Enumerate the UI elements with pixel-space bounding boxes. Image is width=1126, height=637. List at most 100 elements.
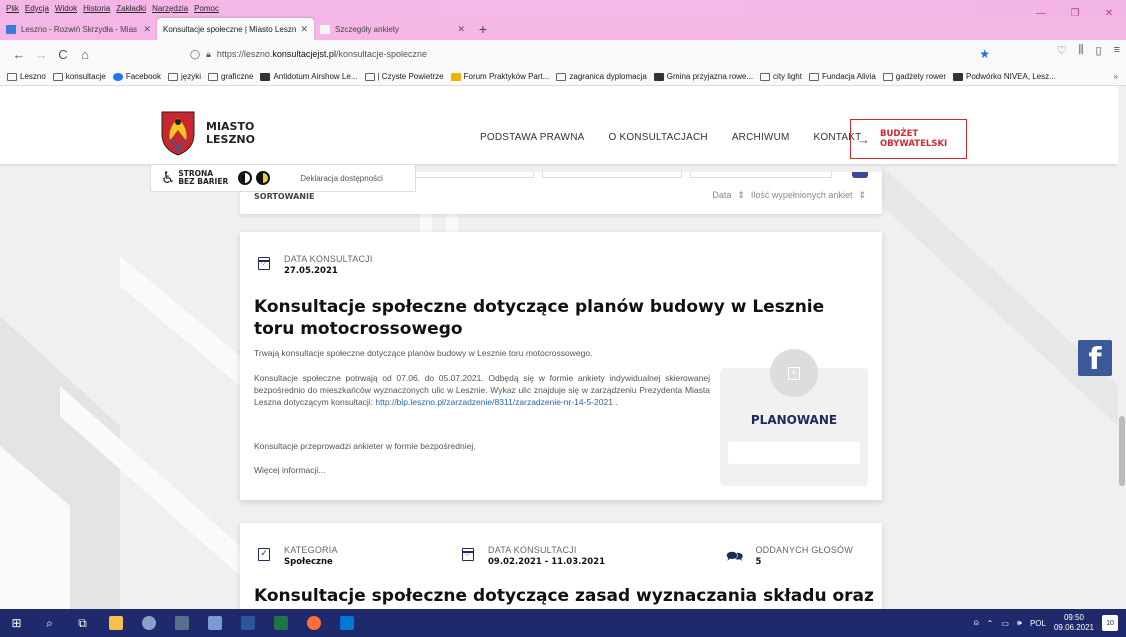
menu-plik[interactable]: Plik bbox=[6, 4, 19, 13]
bookmark-item[interactable]: graficzne bbox=[207, 72, 253, 81]
nav-podstawa-prawna[interactable]: PODSTAWA PRAWNA bbox=[480, 132, 585, 143]
scrollbar-thumb[interactable] bbox=[1119, 416, 1125, 486]
strona-bez-barier-link[interactable]: STRONA BEZ BARIER bbox=[178, 170, 228, 186]
windows-start-icon[interactable]: ⊞ bbox=[0, 609, 33, 637]
notifications-icon[interactable]: 10 bbox=[1102, 615, 1118, 631]
search-icon[interactable]: ⌕ bbox=[33, 609, 66, 637]
filter-search-button[interactable] bbox=[852, 172, 868, 178]
bookmark-item[interactable]: Antidotum Airshow Le... bbox=[260, 72, 358, 81]
calculator-icon[interactable] bbox=[165, 609, 198, 637]
close-tab-icon[interactable]: ✕ bbox=[300, 24, 308, 35]
sidebar-icon[interactable]: ▯ bbox=[1096, 44, 1102, 57]
new-tab-icon[interactable]: + bbox=[471, 18, 495, 40]
card-title[interactable]: Konsultacje społeczne dotyczące zasad wy… bbox=[254, 585, 874, 607]
firefox-icon[interactable] bbox=[297, 609, 330, 637]
menu-pomoc[interactable]: Pomoc bbox=[194, 4, 219, 13]
close-tab-icon[interactable]: ✕ bbox=[143, 24, 151, 35]
navigation-toolbar: ← → C ⌂ ◯ 🔒︎ https://leszno. konsultacjej… bbox=[0, 40, 1126, 86]
more-info-link[interactable]: Więcej informacji... bbox=[254, 465, 325, 475]
date-label: DATA KONSULTACJI bbox=[488, 545, 577, 555]
tab-leszno[interactable]: Leszno - Rozwiń Skrzydła - Mias ✕ bbox=[0, 18, 157, 40]
bookmark-item[interactable]: zagranica dyplomacja bbox=[556, 72, 647, 81]
high-contrast-icon[interactable] bbox=[256, 171, 271, 185]
bookmark-item[interactable]: city light bbox=[760, 72, 802, 81]
word-icon[interactable] bbox=[231, 609, 264, 637]
nav-o-konsultacjach[interactable]: O KONSULTACJACH bbox=[609, 132, 708, 143]
filter-field[interactable] bbox=[542, 172, 682, 178]
main-nav: PODSTAWA PRAWNA O KONSULTACJACH ARCHIWUM… bbox=[480, 132, 861, 143]
home-icon[interactable]: ⌂ bbox=[74, 47, 96, 62]
calendar-icon bbox=[462, 548, 474, 561]
back-icon[interactable]: ← bbox=[8, 47, 30, 62]
bookmark-star-icon[interactable]: ★ bbox=[979, 47, 990, 61]
more-bookmarks-icon[interactable]: » bbox=[1114, 72, 1118, 81]
filter-field[interactable] bbox=[690, 172, 832, 178]
forward-icon[interactable]: → bbox=[30, 47, 52, 62]
library-icon[interactable]: ⫼ bbox=[1078, 44, 1083, 57]
date-value: 09.02.2021 - 11.03.2021 bbox=[488, 557, 605, 567]
accessibility-declaration-link[interactable]: Deklaracja dostępności bbox=[300, 174, 383, 183]
bookmark-item[interactable]: Forum Praktyków Part... bbox=[450, 72, 550, 81]
shield-icon[interactable]: ◯ bbox=[190, 49, 200, 60]
tab-konsultacje[interactable]: Konsultacje społeczne | Miasto Leszn ✕ bbox=[157, 18, 314, 40]
arrow-right-icon: → bbox=[857, 131, 870, 147]
outlook-icon[interactable] bbox=[330, 609, 363, 637]
bookmark-label: konsultacje bbox=[65, 72, 106, 81]
sort-arrows-icon[interactable]: ⇕ bbox=[737, 190, 745, 201]
clock[interactable]: 09:50 09.06.2021 bbox=[1054, 613, 1094, 633]
bookmark-item[interactable]: Gmina przyjazna rowe... bbox=[653, 72, 753, 81]
volume-icon[interactable]: 🕪︎ bbox=[1017, 618, 1022, 628]
site-logo[interactable]: MIASTO LESZNO bbox=[158, 110, 255, 156]
sort-by-date[interactable]: Data bbox=[712, 190, 731, 201]
menu-zakladki[interactable]: Zakładki bbox=[116, 4, 146, 13]
budzet-line-1: BUDŻET bbox=[880, 129, 919, 139]
file-explorer-icon[interactable] bbox=[99, 609, 132, 637]
folder-icon bbox=[808, 72, 819, 81]
scrollbar[interactable] bbox=[1118, 86, 1126, 609]
budzet-obywatelski-button[interactable]: → BUDŻET OBYWATELSKI bbox=[850, 119, 967, 159]
access-line-2: BEZ BARIER bbox=[178, 177, 229, 186]
sort-by-surveys[interactable]: Ilość wypełnionych ankiet bbox=[751, 190, 853, 201]
menu-narzedzia[interactable]: Narzędzia bbox=[152, 4, 188, 13]
bookmark-item[interactable]: gadżety rower bbox=[882, 72, 946, 81]
bookmark-item[interactable]: konsultacje bbox=[52, 72, 106, 81]
bip-link[interactable]: http://bip.leszno.pl/zarzadzenie/8311/za… bbox=[375, 397, 613, 407]
menu-widok[interactable]: Widok bbox=[55, 4, 77, 13]
card-title[interactable]: Konsultacje społeczne dotyczące planów b… bbox=[254, 296, 864, 340]
paint-icon[interactable] bbox=[198, 609, 231, 637]
network-icon[interactable]: ▭ bbox=[1001, 619, 1009, 628]
folder-icon bbox=[167, 72, 178, 81]
sort-arrows-icon[interactable]: ⇕ bbox=[858, 190, 866, 201]
bookmark-item[interactable]: | Czyste Powietrze bbox=[364, 72, 444, 81]
tab-ankiety[interactable]: Szczegóły ankiety ✕ bbox=[314, 18, 471, 40]
bookmark-item[interactable]: języki bbox=[167, 72, 201, 81]
leszno-crest-icon bbox=[161, 111, 195, 156]
url-bar[interactable]: ◯ 🔒︎ https://leszno. konsultacjejst.pl/ko… bbox=[190, 43, 994, 65]
people-icon[interactable]: ⍝ bbox=[974, 618, 979, 628]
bookmark-item[interactable]: Fundacja Alivia bbox=[808, 72, 876, 81]
bookmark-label: Forum Praktyków Part... bbox=[463, 72, 550, 81]
close-tab-icon[interactable]: ✕ bbox=[457, 24, 465, 35]
menu-historia[interactable]: Historia bbox=[83, 4, 110, 13]
facebook-icon[interactable]: f bbox=[1078, 340, 1112, 376]
tray-chevron-icon[interactable]: ⌃ bbox=[987, 619, 994, 628]
reload-icon[interactable]: C bbox=[52, 47, 74, 62]
url-path: /konsultacje-spoleczne bbox=[335, 49, 428, 59]
menu-edycja[interactable]: Edycja bbox=[25, 4, 49, 13]
pocket-icon[interactable]: ♡ bbox=[1057, 44, 1067, 57]
app-icon[interactable] bbox=[132, 609, 165, 637]
language-indicator[interactable]: POL bbox=[1030, 619, 1046, 628]
contrast-toggle-icon[interactable] bbox=[238, 171, 253, 185]
nav-archiwum[interactable]: ARCHIWUM bbox=[732, 132, 790, 143]
status-label: PLANOWANE bbox=[750, 413, 838, 427]
hamburger-menu-icon[interactable]: ≡ bbox=[1114, 44, 1120, 57]
bookmark-item[interactable]: Podwórko NIVEA, Lesz... bbox=[953, 72, 1056, 81]
budzet-line-2: OBYWATELSKI bbox=[880, 139, 948, 149]
excel-icon[interactable] bbox=[264, 609, 297, 637]
lock-icon[interactable]: 🔒︎ bbox=[206, 49, 211, 60]
bookmark-item[interactable]: Leszno bbox=[7, 72, 46, 81]
task-view-icon[interactable]: ⧉ bbox=[66, 609, 99, 637]
status-circle bbox=[770, 349, 818, 397]
bookmark-item[interactable]: Facebook bbox=[112, 72, 161, 81]
bookmark-label: | Czyste Powietrze bbox=[377, 72, 444, 81]
